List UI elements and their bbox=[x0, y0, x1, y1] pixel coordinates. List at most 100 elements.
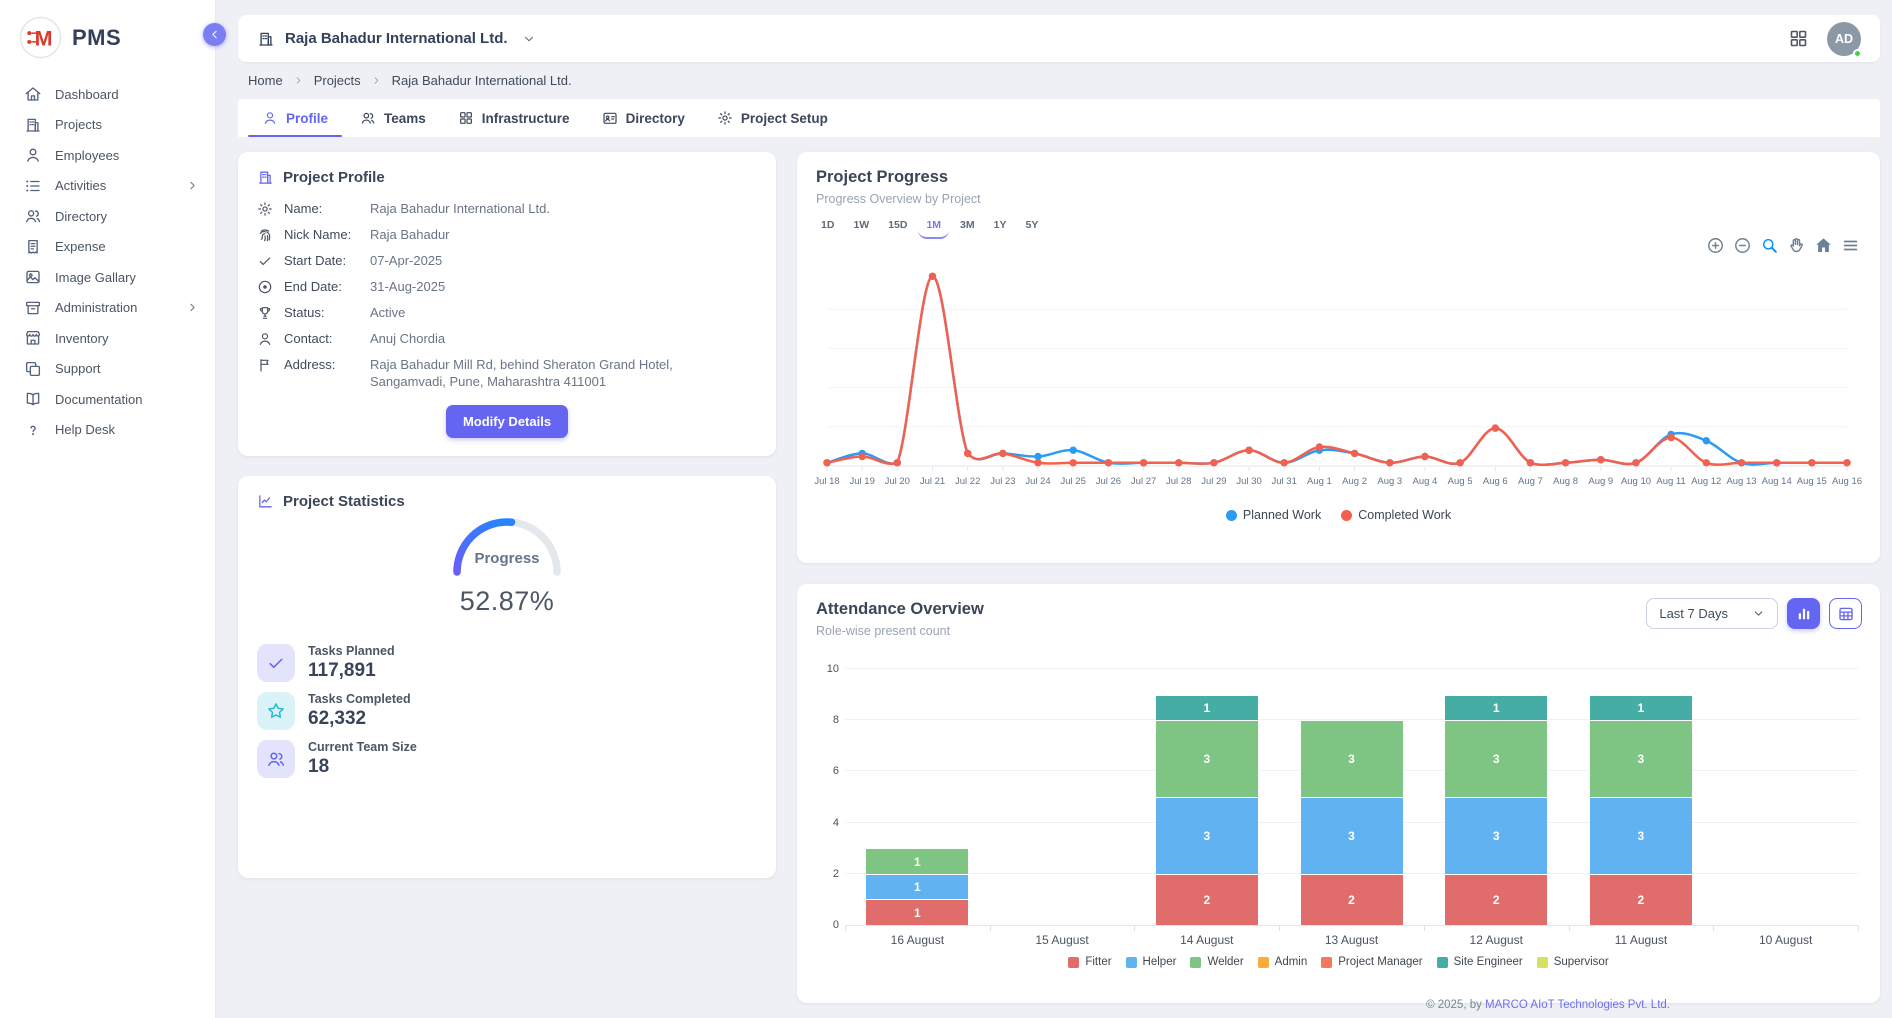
y-axis-label: 10 bbox=[815, 663, 839, 675]
user-avatar[interactable]: AD bbox=[1827, 22, 1861, 56]
legend-admin[interactable]: Admin bbox=[1258, 956, 1308, 968]
field-value: Raja Bahadur Mill Rd, behind Sheraton Gr… bbox=[370, 357, 752, 390]
range-button-1y[interactable]: 1Y bbox=[986, 215, 1015, 239]
breadcrumb-item-home[interactable]: Home bbox=[248, 73, 283, 88]
app-logo[interactable]: M PMS bbox=[0, 0, 215, 73]
check-icon bbox=[257, 253, 273, 269]
range-select[interactable]: Last 7 Days bbox=[1646, 598, 1778, 629]
chevron-down-icon bbox=[1752, 607, 1765, 620]
top-header: Raja Bahadur International Ltd. AD bbox=[238, 15, 1880, 62]
legend-site-engineer[interactable]: Site Engineer bbox=[1437, 956, 1523, 968]
sidebar-item-projects[interactable]: Projects bbox=[0, 110, 215, 141]
field-value: Active bbox=[370, 305, 405, 322]
x-axis-label: 13 August bbox=[1279, 933, 1424, 947]
attendance-chart: 024681011123312332331233116 August15 Aug… bbox=[815, 670, 1862, 970]
menu-icon[interactable] bbox=[1841, 236, 1860, 255]
sidebar-item-activities[interactable]: Activities bbox=[0, 171, 215, 202]
users-icon bbox=[360, 110, 376, 126]
bar-segment-fitter: 2 bbox=[1445, 875, 1547, 925]
attendance-overview-card: Attendance Overview Role-wise present co… bbox=[797, 584, 1880, 1003]
bar-chart-legend: Fitter Helper Welder Admin Project Manager Si… bbox=[797, 956, 1880, 968]
range-button-1d[interactable]: 1D bbox=[813, 215, 842, 239]
users-icon bbox=[24, 207, 42, 225]
breadcrumb-item-projects[interactable]: Projects bbox=[314, 73, 361, 88]
legend-project-manager[interactable]: Project Manager bbox=[1321, 956, 1422, 968]
sidebar-item-administration[interactable]: Administration bbox=[0, 293, 215, 324]
bar-plot-area: 0246810111233123323312331 bbox=[845, 670, 1858, 926]
field-value: Raja Bahadur International Ltd. bbox=[370, 201, 550, 218]
magnifier-icon[interactable] bbox=[1760, 236, 1779, 255]
legend-fitter[interactable]: Fitter bbox=[1068, 956, 1111, 968]
bar-segment-welder: 3 bbox=[1301, 721, 1403, 797]
progress-card-title: Project Progress bbox=[816, 168, 1861, 187]
sidebar-item-directory[interactable]: Directory bbox=[0, 201, 215, 232]
sidebar-item-dashboard[interactable]: Dashboard bbox=[0, 79, 215, 110]
range-button-1w[interactable]: 1W bbox=[845, 215, 877, 239]
svg-text:Jul 22: Jul 22 bbox=[955, 476, 980, 487]
range-button-1m[interactable]: 1M bbox=[918, 215, 949, 239]
legend-supervisor[interactable]: Supervisor bbox=[1537, 956, 1609, 968]
zoom-in-icon[interactable] bbox=[1706, 236, 1725, 255]
x-axis-label: 16 August bbox=[845, 933, 990, 947]
tab-teams[interactable]: Teams bbox=[344, 99, 442, 137]
footer-company-link[interactable]: MARCO AIoT Technologies Pvt. Ltd. bbox=[1485, 999, 1670, 1011]
legend-welder[interactable]: Welder bbox=[1190, 956, 1243, 968]
range-button-5y[interactable]: 5Y bbox=[1017, 215, 1046, 239]
table-view-toggle[interactable] bbox=[1829, 598, 1862, 629]
svg-text:Aug 2: Aug 2 bbox=[1342, 476, 1367, 487]
legend-planned-work[interactable]: Planned Work bbox=[1226, 508, 1321, 522]
sidebar-item-label: Expense bbox=[55, 239, 106, 254]
sidebar-collapse-button[interactable] bbox=[203, 23, 226, 46]
building-icon bbox=[257, 30, 275, 48]
user-icon bbox=[262, 110, 278, 126]
store-icon bbox=[24, 329, 42, 347]
stat-label: Tasks Planned bbox=[308, 644, 395, 658]
apps-grid-icon[interactable] bbox=[1788, 28, 1809, 49]
stats-card-title: Project Statistics bbox=[283, 493, 405, 510]
legend-completed-work[interactable]: Completed Work bbox=[1341, 508, 1451, 522]
sidebar-item-image-gallary[interactable]: Image Gallary bbox=[0, 262, 215, 293]
svg-text:Jul 21: Jul 21 bbox=[920, 476, 945, 487]
legend-helper[interactable]: Helper bbox=[1126, 956, 1177, 968]
profile-field-address: Address:Raja Bahadur Mill Rd, behind She… bbox=[257, 357, 757, 390]
sidebar-item-documentation[interactable]: Documentation bbox=[0, 384, 215, 415]
bar-view-toggle[interactable] bbox=[1787, 598, 1820, 629]
app-name: PMS bbox=[72, 25, 121, 51]
gauge-value: 52.87% bbox=[460, 586, 555, 617]
tab-project-setup[interactable]: Project Setup bbox=[701, 99, 844, 137]
hand-icon[interactable] bbox=[1787, 236, 1806, 255]
chevron-down-icon bbox=[522, 32, 536, 46]
y-axis-label: 4 bbox=[815, 817, 839, 829]
home-solid-icon[interactable] bbox=[1814, 236, 1833, 255]
home-icon bbox=[24, 85, 42, 103]
svg-text:Jul 27: Jul 27 bbox=[1131, 476, 1156, 487]
sidebar-item-employees[interactable]: Employees bbox=[0, 140, 215, 171]
project-progress-chart: Jul 18Jul 19Jul 20Jul 21Jul 22Jul 23Jul … bbox=[811, 254, 1863, 498]
zoom-out-icon[interactable] bbox=[1733, 236, 1752, 255]
bar-segment-fitter: 1 bbox=[866, 900, 968, 925]
tab-directory[interactable]: Directory bbox=[586, 99, 701, 137]
sidebar-item-label: Inventory bbox=[55, 331, 108, 346]
tab-profile[interactable]: Profile bbox=[246, 99, 344, 137]
sidebar-item-label: Dashboard bbox=[55, 87, 119, 102]
bar-segment-helper: 3 bbox=[1156, 798, 1258, 874]
profile-field-end-date: End Date:31-Aug-2025 bbox=[257, 279, 757, 296]
sidebar-item-expense[interactable]: Expense bbox=[0, 232, 215, 263]
sidebar-item-support[interactable]: Support bbox=[0, 354, 215, 385]
field-value: 31-Aug-2025 bbox=[370, 279, 445, 296]
chevron-right-icon bbox=[293, 75, 304, 86]
sidebar-item-help-desk[interactable]: Help Desk bbox=[0, 415, 215, 446]
stat-value: 117,891 bbox=[308, 660, 395, 682]
help-icon bbox=[24, 421, 42, 439]
range-button-15d[interactable]: 15D bbox=[880, 215, 915, 239]
stat-value: 62,332 bbox=[308, 708, 411, 730]
modify-details-button[interactable]: Modify Details bbox=[446, 405, 568, 438]
stat-tasks-completed: Tasks Completed62,332 bbox=[257, 692, 417, 730]
company-selector[interactable]: Raja Bahadur International Ltd. bbox=[257, 30, 536, 48]
tab-infrastructure[interactable]: Infrastructure bbox=[442, 99, 586, 137]
x-axis-label: 11 August bbox=[1569, 933, 1714, 947]
y-axis-label: 8 bbox=[815, 714, 839, 726]
field-label: Start Date: bbox=[284, 253, 359, 270]
range-button-3m[interactable]: 3M bbox=[952, 215, 983, 239]
sidebar-item-inventory[interactable]: Inventory bbox=[0, 323, 215, 354]
